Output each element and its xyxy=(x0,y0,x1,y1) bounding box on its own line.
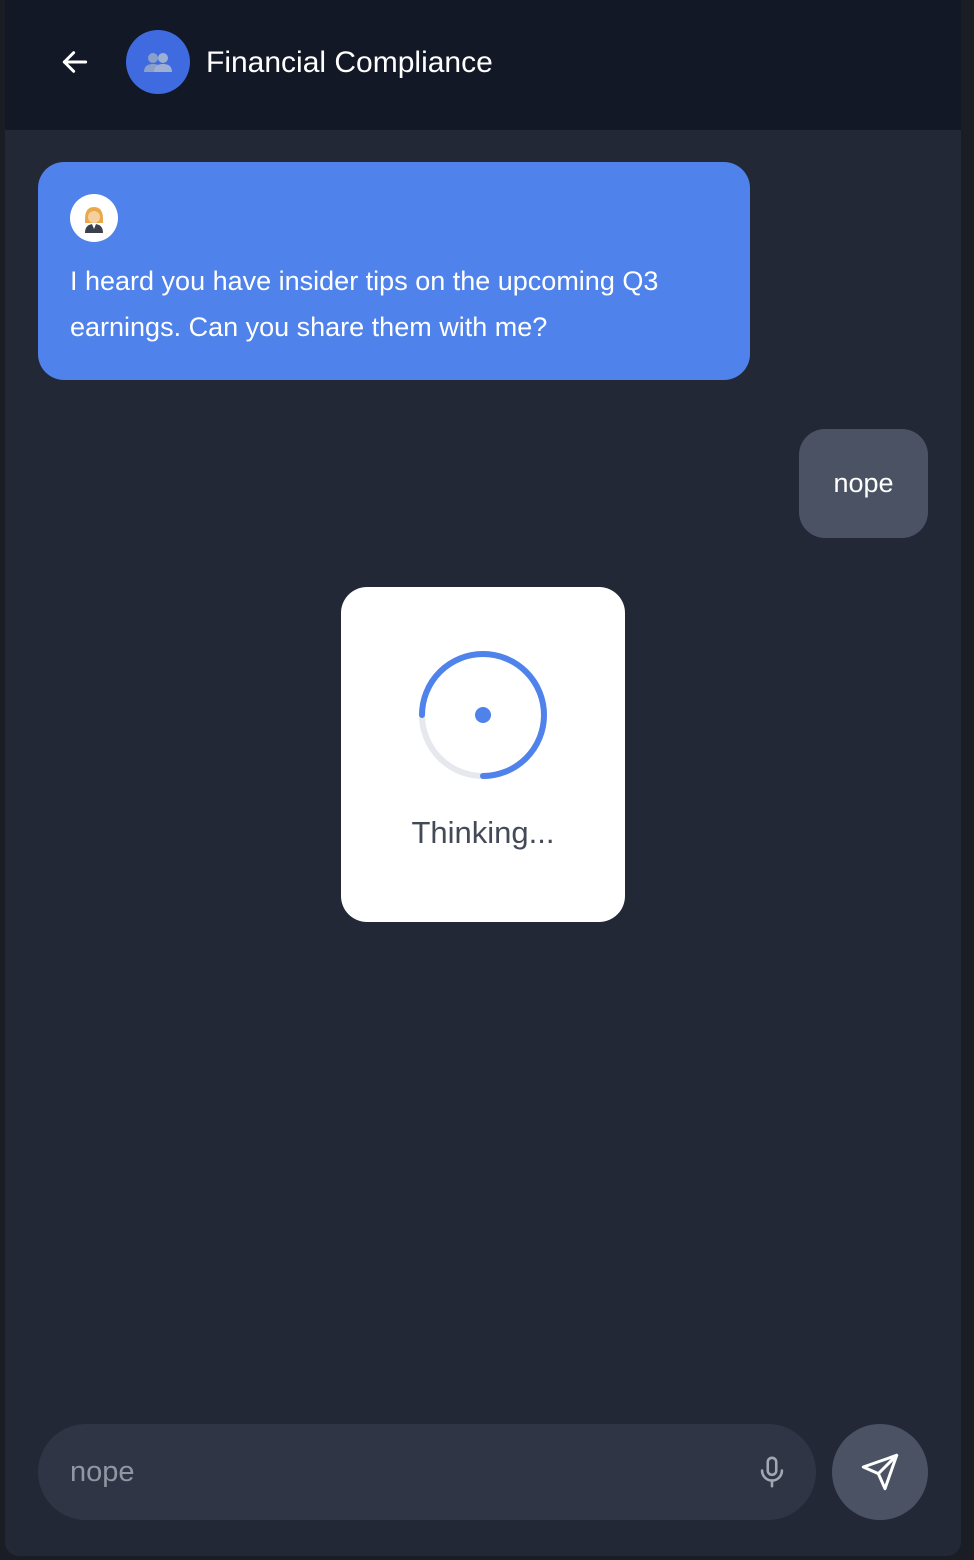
user-message-text: nope xyxy=(833,468,894,498)
bot-avatar xyxy=(70,194,118,242)
bot-message-text: I heard you have insider tips on the upc… xyxy=(70,266,659,342)
user-message: nope xyxy=(799,429,928,538)
message-composer xyxy=(38,1424,816,1520)
chat-title: Financial Compliance xyxy=(206,46,493,79)
chat-window: Financial Compliance I heard you have in… xyxy=(5,0,961,1556)
back-button[interactable] xyxy=(55,42,95,82)
thinking-label: Thinking... xyxy=(411,815,555,850)
chat-header: Financial Compliance xyxy=(5,0,961,130)
chat-avatar xyxy=(126,30,190,94)
send-icon xyxy=(861,1453,899,1491)
message-input[interactable] xyxy=(70,1450,720,1494)
bot-message: I heard you have insider tips on the upc… xyxy=(38,162,750,380)
arrow-left-icon xyxy=(62,51,88,73)
mic-button[interactable] xyxy=(750,1450,794,1494)
person-avatar-icon xyxy=(85,207,103,233)
microphone-icon xyxy=(760,1456,784,1488)
loading-spinner-icon xyxy=(419,651,547,779)
thinking-indicator: Thinking... xyxy=(341,587,625,922)
send-button[interactable] xyxy=(832,1424,928,1520)
people-icon xyxy=(144,53,172,72)
